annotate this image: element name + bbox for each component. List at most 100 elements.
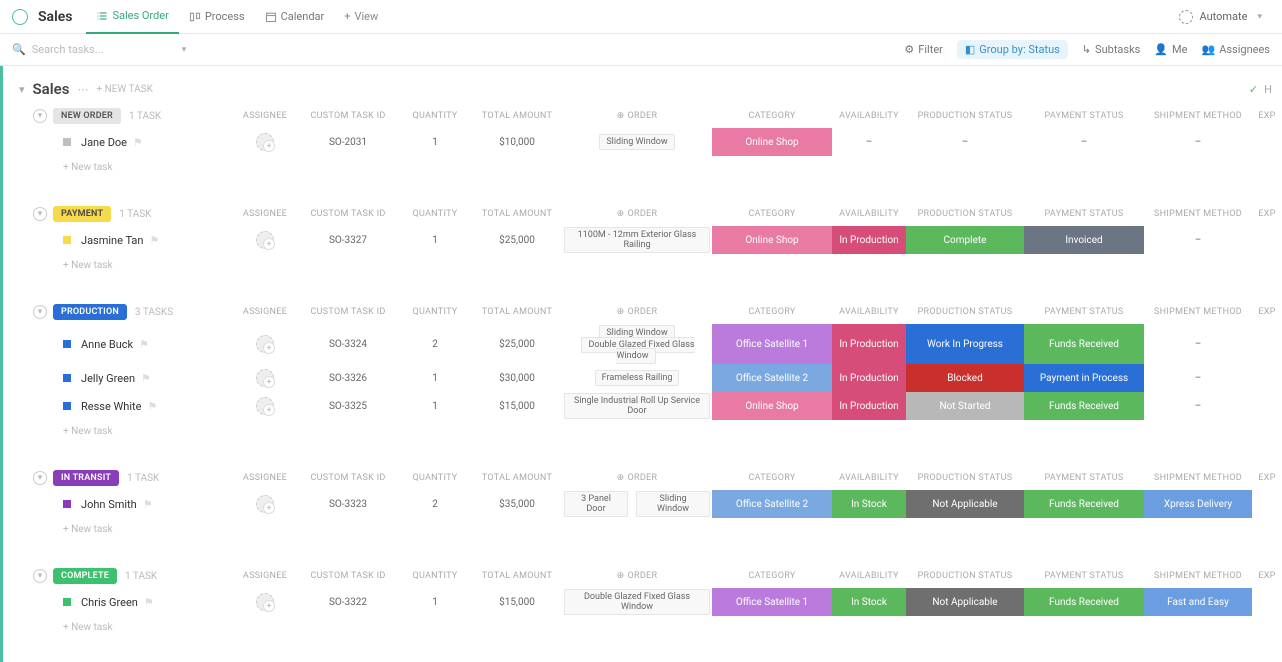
add-view-button[interactable]: + View: [334, 10, 388, 23]
status-badge[interactable]: Funds Received: [1024, 490, 1144, 518]
assignees-button[interactable]: 👥Assignees: [1201, 43, 1270, 56]
task-name[interactable]: John Smith: [81, 498, 137, 511]
order-tag[interactable]: Sliding Window: [599, 134, 674, 150]
chevron-down-icon[interactable]: ▾: [182, 45, 187, 55]
status-badge[interactable]: Online Shop: [712, 392, 832, 420]
assignee-cell[interactable]: [232, 392, 298, 420]
filter-button[interactable]: ⚙Filter: [904, 43, 942, 56]
status-badge[interactable]: Complete: [906, 226, 1024, 254]
tab-sales-order[interactable]: Sales Order: [86, 0, 178, 34]
assignee-cell[interactable]: [232, 364, 298, 392]
flag-icon[interactable]: ⚑: [141, 372, 151, 385]
new-task-button[interactable]: + NEW TASK: [96, 84, 152, 95]
status-badge[interactable]: In Production: [832, 226, 906, 254]
tab-process[interactable]: Process: [179, 0, 255, 34]
assignee-avatar[interactable]: [256, 369, 274, 387]
status-badge[interactable]: Funds Received: [1024, 588, 1144, 616]
assignee-avatar[interactable]: [256, 495, 274, 513]
status-badge[interactable]: Office Satellite 2: [712, 364, 832, 392]
me-button[interactable]: 👤Me: [1154, 43, 1187, 56]
status-badge[interactable]: In Stock: [832, 588, 906, 616]
status-badge[interactable]: In Stock: [832, 490, 906, 518]
task-name[interactable]: Anne Buck: [81, 338, 133, 351]
assignee-cell[interactable]: [232, 324, 298, 364]
flag-icon[interactable]: ⚑: [133, 136, 143, 149]
status-pill[interactable]: PAYMENT: [53, 206, 111, 222]
new-task-row[interactable]: + New task: [11, 254, 1282, 276]
assignee-avatar[interactable]: [256, 335, 274, 353]
status-badge[interactable]: Online Shop: [712, 226, 832, 254]
collapse-toggle[interactable]: ▾: [33, 569, 47, 583]
status-pill[interactable]: IN TRANSIT: [53, 470, 119, 486]
status-badge[interactable]: Funds Received: [1024, 392, 1144, 420]
flag-icon[interactable]: ⚑: [150, 234, 160, 247]
task-name[interactable]: Jasmine Tan: [81, 234, 144, 247]
order-tag[interactable]: Sliding Window: [636, 491, 710, 517]
status-badge[interactable]: Not Applicable: [906, 588, 1024, 616]
task-row[interactable]: Jelly Green ⚑ SO-3326 1 $30,000 Frameles…: [11, 364, 1282, 392]
assignee-cell[interactable]: [232, 128, 298, 156]
task-name[interactable]: Resse White: [81, 400, 141, 413]
subtasks-button[interactable]: ↳Subtasks: [1082, 43, 1141, 56]
assignee-cell[interactable]: [232, 226, 298, 254]
status-badge[interactable]: Office Satellite 1: [712, 588, 832, 616]
more-icon[interactable]: ⋯: [77, 83, 88, 96]
collapse-toggle[interactable]: ▾: [33, 305, 47, 319]
new-task-row[interactable]: + New task: [11, 616, 1282, 638]
order-tag[interactable]: 1100M - 12mm Exterior Glass Railing: [564, 227, 710, 253]
flag-icon[interactable]: ⚑: [144, 596, 154, 609]
status-badge[interactable]: Xpress Delivery: [1144, 490, 1252, 518]
status-pill[interactable]: NEW ORDER: [53, 108, 121, 124]
assignee-avatar[interactable]: [256, 133, 274, 151]
collapse-toggle[interactable]: ▾: [33, 471, 47, 485]
assignee-avatar[interactable]: [256, 593, 274, 611]
assignee-cell[interactable]: [232, 490, 298, 518]
status-badge[interactable]: Office Satellite 1: [712, 324, 832, 364]
search-input[interactable]: [32, 43, 172, 56]
task-row[interactable]: Resse White ⚑ SO-3325 1 $15,000 Single I…: [11, 392, 1282, 420]
hide-label[interactable]: H: [1264, 83, 1272, 96]
task-row[interactable]: Jane Doe ⚑ SO-2031 1 $10,000 Sliding Win…: [11, 128, 1282, 156]
assignee-avatar[interactable]: [256, 231, 274, 249]
status-badge[interactable]: Not Applicable: [906, 490, 1024, 518]
new-task-row[interactable]: + New task: [11, 518, 1282, 540]
task-name[interactable]: Jelly Green: [81, 372, 135, 385]
flag-icon[interactable]: ⚑: [147, 400, 157, 413]
status-badge[interactable]: In Production: [832, 392, 906, 420]
status-badge[interactable]: Fast and Easy: [1144, 588, 1252, 616]
flag-icon[interactable]: ⚑: [139, 338, 149, 351]
task-name[interactable]: Jane Doe: [81, 136, 127, 149]
collapse-toggle[interactable]: ▾: [33, 109, 47, 123]
status-badge[interactable]: In Production: [832, 324, 906, 364]
order-tag[interactable]: Frameless Railing: [595, 370, 680, 386]
status-badge[interactable]: Office Satellite 2: [712, 490, 832, 518]
task-row[interactable]: Anne Buck ⚑ SO-3324 2 $25,000 Sliding Wi…: [11, 324, 1282, 364]
assignee-avatar[interactable]: [256, 397, 274, 415]
chevron-down-icon[interactable]: ▾: [19, 83, 25, 96]
automate-button[interactable]: Automate ▾: [1171, 6, 1270, 28]
task-row[interactable]: John Smith ⚑ SO-3323 2 $35,000 3 Panel D…: [11, 490, 1282, 518]
status-badge[interactable]: In Production: [832, 364, 906, 392]
status-badge[interactable]: Invoiced: [1024, 226, 1144, 254]
order-tag[interactable]: 3 Panel Door: [564, 491, 628, 517]
order-tag[interactable]: Single Industrial Roll Up Service Door: [564, 393, 710, 419]
task-row[interactable]: Chris Green ⚑ SO-3322 1 $15,000 Double G…: [11, 588, 1282, 616]
status-badge[interactable]: Blocked: [906, 364, 1024, 392]
flag-icon[interactable]: ⚑: [143, 498, 153, 511]
groupby-button[interactable]: ◧Group by: Status: [957, 40, 1068, 59]
status-badge[interactable]: Payment in Process: [1024, 364, 1144, 392]
task-row[interactable]: Jasmine Tan ⚑ SO-3327 1 $25,000 1100M - …: [11, 226, 1282, 254]
tab-calendar[interactable]: Calendar: [255, 0, 335, 34]
status-badge[interactable]: Work In Progress: [906, 324, 1024, 364]
status-badge[interactable]: Funds Received: [1024, 324, 1144, 364]
new-task-row[interactable]: + New task: [11, 156, 1282, 178]
new-task-row[interactable]: + New task: [11, 420, 1282, 442]
status-badge[interactable]: Online Shop: [712, 128, 832, 156]
assignee-cell[interactable]: [232, 588, 298, 616]
status-pill[interactable]: COMPLETE: [53, 568, 117, 584]
home-icon[interactable]: [12, 9, 28, 25]
status-badge[interactable]: Not Started: [906, 392, 1024, 420]
status-pill[interactable]: PRODUCTION: [53, 304, 127, 320]
order-tag[interactable]: Double Glazed Fixed Glass Window: [564, 589, 710, 615]
collapse-toggle[interactable]: ▾: [33, 207, 47, 221]
